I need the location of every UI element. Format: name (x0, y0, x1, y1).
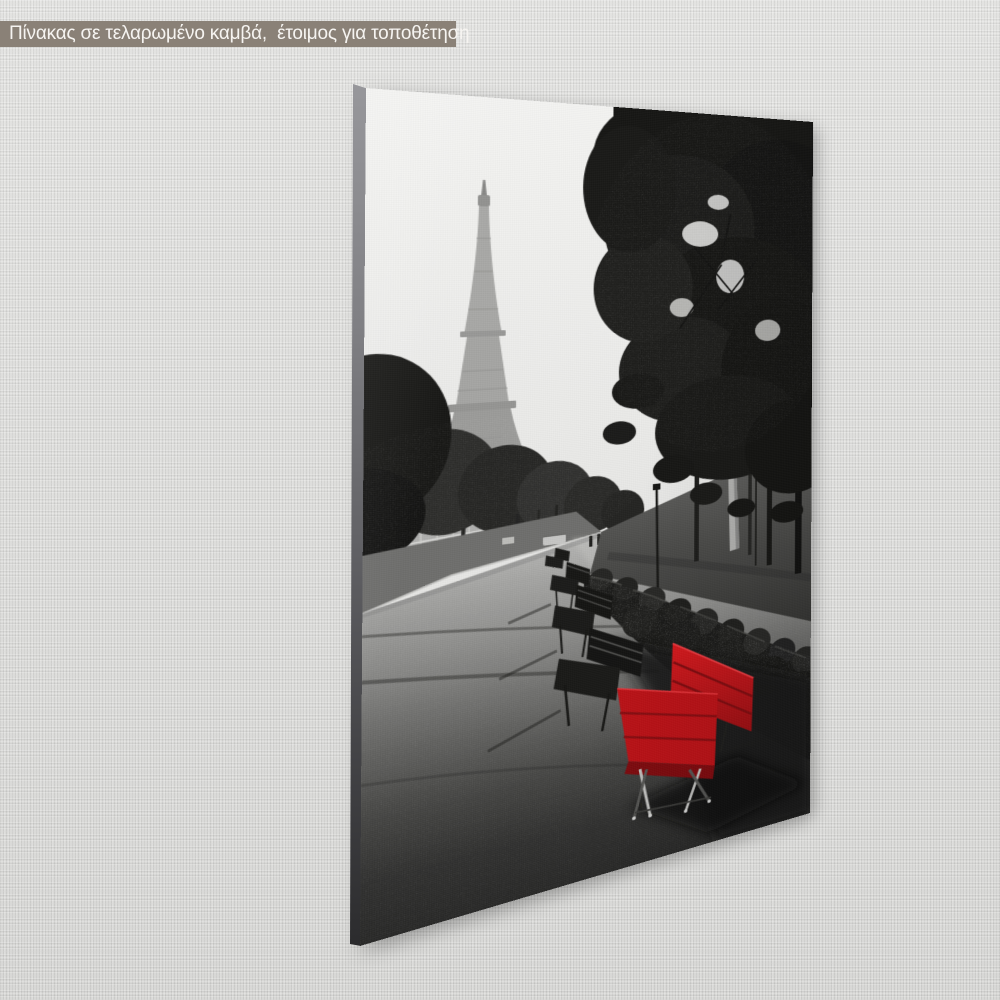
banner-text: Πίνακας σε τελαρωμένο καμβά, έτοιμος για… (9, 23, 470, 45)
product-banner: Πίνακας σε τελαρωμένο καμβά, έτοιμος για… (0, 21, 456, 47)
canvas-artwork (360, 88, 813, 946)
tree-trunk (694, 469, 699, 562)
wall-background: { "banner": { "text": "Πίνακας σε τελαρω… (0, 0, 1000, 1000)
canvas-front-face (360, 88, 813, 946)
